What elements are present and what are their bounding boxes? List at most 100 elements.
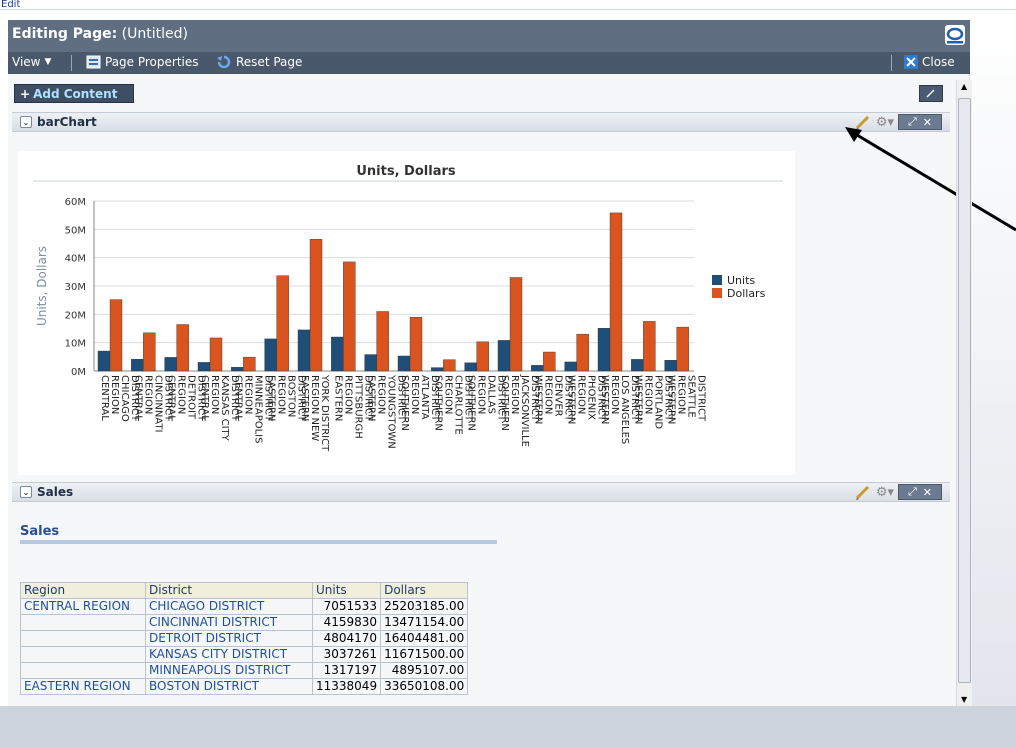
vertical-scrollbar[interactable]: ▲ ▼ <box>956 80 972 706</box>
table-cell[interactable]: EASTERN REGION <box>20 678 146 695</box>
page-properties-button[interactable]: Page Properties <box>86 55 199 69</box>
table-cell: 13471154.00 <box>380 614 469 631</box>
gear-icon[interactable]: ⚙▾ <box>876 485 894 500</box>
collapse-chevron-icon[interactable]: ⌄ <box>20 116 32 128</box>
add-content-label: Add Content <box>33 86 118 101</box>
sales-panel-title-group: ⌄ Sales <box>20 485 73 499</box>
bar-dollars <box>343 261 356 372</box>
x-tick-label: REGION <box>242 375 253 414</box>
sales-panel-header: ⌄ Sales ⚙▾ ⤢ ✕ <box>12 482 950 502</box>
x-tick-label: REGION NEW <box>309 375 320 441</box>
table-cell: 4804170 <box>311 630 382 647</box>
bar-chart-area: Units, Dollars 0M 10M 20M 30M 40M 50M 60M Units,… <box>18 151 795 475</box>
table-row: DETROIT DISTRICT 4804170 16404481.00 <box>20 630 469 647</box>
toolbar-separator <box>71 55 72 71</box>
table-row: CINCINNATI DISTRICT 4159830 13471154.00 <box>20 614 469 631</box>
bar-units <box>264 338 277 372</box>
table-cell: 7051533 <box>311 598 382 615</box>
table-cell: 4159830 <box>311 614 382 631</box>
panel-window-buttons[interactable]: ⤢ ✕ <box>898 484 942 500</box>
table-cell[interactable]: CHICAGO DISTRICT <box>145 598 313 615</box>
bar-dollars <box>109 299 123 372</box>
x-tick-label: REGION <box>642 375 653 414</box>
column-header: Dollars <box>380 582 469 599</box>
bar-units <box>431 367 444 372</box>
x-tick-label: PORTLAND <box>652 375 663 429</box>
x-tick-label: WESTERN <box>632 375 643 424</box>
bar-chart: Units, Dollars 0M 10M 20M 30M 40M 50M 60M Units,… <box>33 164 783 452</box>
collapse-chevron-icon[interactable]: ⌄ <box>20 486 32 498</box>
bottom-background <box>0 706 1016 748</box>
table-cell[interactable]: DETROIT DISTRICT <box>145 630 313 647</box>
bar-dollars <box>376 311 389 372</box>
bar-units <box>531 365 544 372</box>
barchart-panel-title: barChart <box>37 115 97 129</box>
maximize-icon[interactable]: ⤢ <box>908 485 917 499</box>
legend-swatch <box>712 288 722 298</box>
scrollbar-thumb[interactable] <box>958 98 971 683</box>
table-cell[interactable]: MINNEAPOLIS DISTRICT <box>145 662 313 679</box>
view-menu[interactable]: View ▼ <box>12 55 51 69</box>
x-tick-label: EASTERN <box>266 375 277 421</box>
sales-panel-tools: ⚙▾ ⤢ ✕ <box>854 484 942 500</box>
edit-link[interactable]: Edit <box>0 0 1016 10</box>
table-header-row: Region District Units Dollars <box>20 582 469 599</box>
chevron-down-icon: ▼ <box>44 57 52 67</box>
x-tick-label: CINCINNATI <box>152 375 163 432</box>
y-tick-label: 10M <box>65 339 86 350</box>
table-cell: 11338049 <box>311 678 382 695</box>
table-cell: 25203185.00 <box>380 598 469 615</box>
reset-page-button[interactable]: Reset Page <box>216 55 302 69</box>
bar-dollars <box>543 351 556 372</box>
table-cell[interactable]: CINCINNATI DISTRICT <box>145 614 313 631</box>
x-tick-label: CENTRAL <box>166 375 177 421</box>
x-tick-label: LOS ANGELES <box>619 375 630 444</box>
table-cell <box>20 614 146 631</box>
table-cell[interactable]: CENTRAL REGION <box>20 598 146 615</box>
oracle-logo-icon <box>945 25 965 45</box>
x-tick-label: ATLANTA <box>419 375 430 420</box>
sales-heading: Sales <box>20 524 60 539</box>
x-tick-label: SOUTHERN <box>399 375 410 431</box>
table-cell: 1317197 <box>311 662 382 679</box>
x-tick-label: YOUNGSTOWN <box>386 374 397 449</box>
scroll-up-icon[interactable]: ▲ <box>961 82 967 91</box>
legend-swatch <box>712 275 722 285</box>
pencil-icon[interactable] <box>854 484 872 500</box>
bar-units <box>664 360 677 372</box>
close-icon[interactable]: ✕ <box>923 486 932 499</box>
x-tick-label: MINNEAPOLIS <box>252 375 263 443</box>
add-content-button[interactable]: + Add Content <box>14 84 134 103</box>
x-tick-label: DISTRICT <box>696 375 707 422</box>
x-tick-label: SOUTHERN <box>466 375 477 431</box>
table-cell[interactable]: BOSTON DISTRICT <box>145 678 313 695</box>
bar-units <box>297 329 311 372</box>
x-tick-label: REGION <box>509 375 520 414</box>
barchart-panel-header: ⌄ barChart ⚙▾ ⤢ ✕ <box>12 112 950 132</box>
bar-dollars <box>243 356 256 372</box>
scroll-down-icon[interactable]: ▼ <box>961 695 967 704</box>
table-row: CENTRAL REGION CHICAGO DISTRICT 7051533 252… <box>20 598 469 615</box>
x-tick-label: REGION <box>409 375 420 414</box>
bar-dollars <box>476 341 489 372</box>
x-tick-label: REGION <box>542 375 553 414</box>
edit-layout-button[interactable] <box>919 85 943 102</box>
x-tick-label: SOUTHERN <box>432 375 443 431</box>
reset-icon <box>217 55 231 69</box>
bar-units <box>164 357 177 372</box>
table-cell: 11671500.00 <box>380 646 469 663</box>
x-tick-label: JACKSONVILLE <box>519 374 530 447</box>
bar-units <box>631 359 644 372</box>
bar-dollars <box>443 359 456 372</box>
bar-dollars <box>209 337 223 372</box>
page-properties-label: Page Properties <box>105 55 199 69</box>
x-tick-label: REGION <box>609 375 620 414</box>
table-cell[interactable]: KANSAS CITY DISTRICT <box>145 646 313 663</box>
x-tick-label: REGION <box>476 375 487 414</box>
x-tick-label: BOSTON <box>286 375 297 417</box>
x-tick-label: REGION <box>442 375 453 414</box>
table-cell <box>20 630 146 647</box>
y-tick-label: 0M <box>71 367 86 378</box>
table-row: KANSAS CITY DISTRICT 3037261 11671500.00 <box>20 646 469 663</box>
close-button[interactable]: Close <box>904 55 955 69</box>
